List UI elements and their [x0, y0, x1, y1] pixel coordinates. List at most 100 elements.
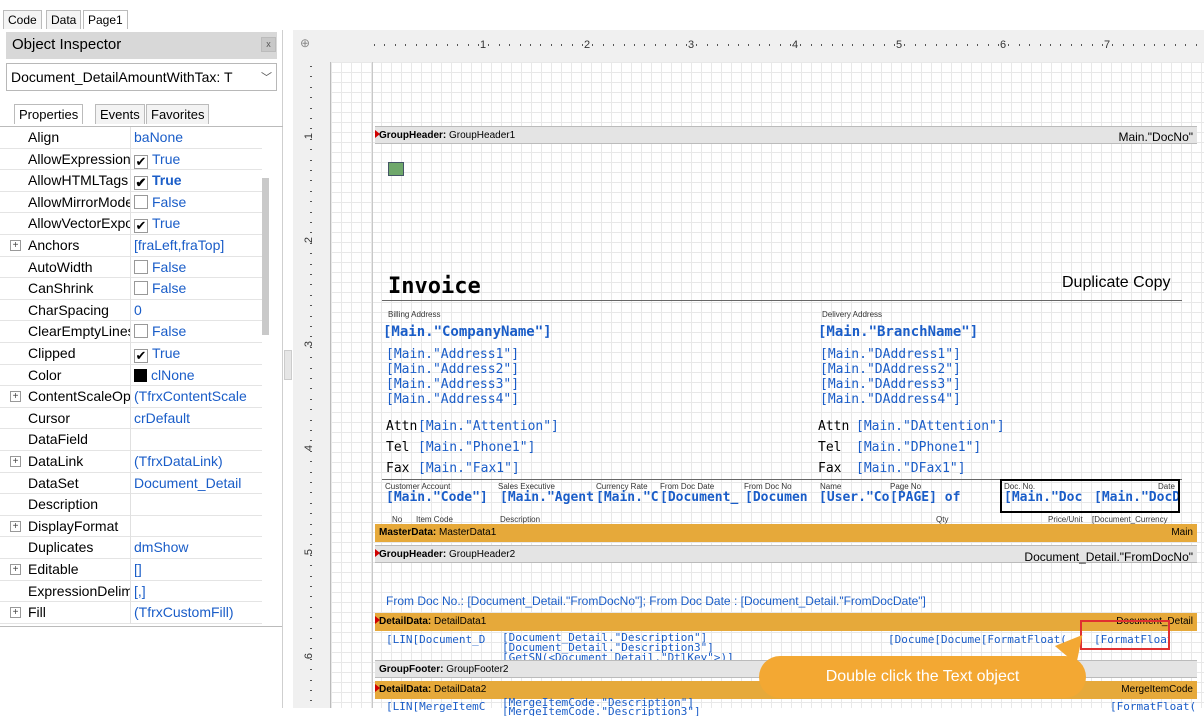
property-value[interactable]	[134, 431, 260, 450]
detail-description[interactable]: [Document_Detail."Description"] [Documen…	[502, 633, 734, 663]
billing-address-label[interactable]: Billing Address	[388, 310, 440, 319]
tab-properties[interactable]: Properties	[14, 104, 84, 124]
band-group-header2[interactable]: GroupHeader: GroupHeader2 Document_Detai…	[375, 545, 1197, 564]
delivery-address-label[interactable]: Delivery Address	[822, 310, 882, 319]
tab-events[interactable]: Events	[95, 104, 145, 124]
attn-label[interactable]: Attn	[386, 419, 417, 434]
property-value[interactable]: False	[134, 194, 260, 213]
info-value[interactable]: [Main."DocD	[1094, 490, 1178, 505]
invoice-title[interactable]: Invoice	[388, 274, 481, 299]
property-value[interactable]	[134, 518, 260, 537]
property-row[interactable]: Duplicates dmShow	[0, 537, 262, 560]
property-row[interactable]: ClearEmptyLines False	[0, 321, 262, 344]
info-value[interactable]: [User."Co	[819, 490, 889, 505]
detail2-row-left[interactable]: [LIN[MergeItemC	[386, 700, 501, 713]
property-value[interactable]: ✔ True	[134, 151, 260, 170]
checkbox-icon[interactable]: ✔	[134, 349, 148, 363]
property-value[interactable]: dmShow	[134, 539, 260, 558]
checkbox-icon[interactable]: ✔	[134, 154, 148, 169]
property-row[interactable]: + Anchors [fraLeft,fraTop]	[0, 235, 262, 257]
property-value[interactable]: False	[134, 259, 260, 278]
delivery-address-lines[interactable]: [Main."DAddress1"] [Main."DAddress2"] [M…	[820, 347, 961, 407]
chevron-down-icon[interactable]: ﹀	[261, 69, 272, 85]
column-label[interactable]: Description	[500, 515, 540, 524]
column-label[interactable]: No	[392, 515, 402, 524]
expand-icon[interactable]: +	[10, 564, 21, 575]
info-value[interactable]: [Document_	[660, 490, 742, 505]
checkbox-icon[interactable]: ✔	[134, 176, 148, 191]
fax-field[interactable]: [Main."Fax1"]	[418, 461, 520, 476]
tab-code[interactable]: Code	[3, 10, 42, 29]
property-row[interactable]: Cursor crDefault	[0, 407, 262, 430]
object-selector-combo[interactable]: Document_DetailAmountWithTax: T ﹀	[6, 63, 277, 91]
expand-icon[interactable]: +	[10, 520, 21, 532]
property-row[interactable]: + Editable []	[0, 559, 262, 581]
property-value[interactable]: (TfrxContentScale	[134, 388, 260, 407]
band-master-data[interactable]: MasterData: MasterData1 Main	[375, 524, 1197, 542]
attn-field[interactable]: [Main."Attention"]	[418, 419, 559, 434]
property-row[interactable]: AllowVectorExport ✔ True	[0, 213, 262, 236]
column-label[interactable]: Qty	[936, 515, 948, 524]
property-value[interactable]: (TfrxCustomFill)	[134, 604, 260, 623]
column-label[interactable]: Item Code	[416, 515, 453, 524]
checkbox-icon[interactable]	[134, 281, 148, 296]
property-value[interactable]: False	[134, 323, 260, 342]
branch-name-field[interactable]: [Main."BranchName"]	[818, 324, 978, 340]
property-row[interactable]: AllowHTMLTags ✔ True	[0, 170, 262, 193]
company-name-field[interactable]: [Main."CompanyName"]	[383, 324, 552, 340]
property-value[interactable]: baNone	[134, 129, 260, 148]
d-attn-field[interactable]: [Main."DAttention"]	[856, 419, 1005, 434]
tab-page1[interactable]: Page1	[83, 10, 128, 29]
property-value[interactable]	[134, 496, 260, 515]
property-value[interactable]: ✔ True	[134, 215, 260, 234]
fax-label[interactable]: Fax	[386, 461, 409, 476]
property-value[interactable]: ✔ True	[134, 172, 260, 191]
info-value[interactable]: [Main."Code"]	[386, 490, 494, 505]
d-tel-label[interactable]: Tel	[818, 440, 841, 455]
property-row[interactable]: AllowMirrorMode False	[0, 191, 262, 214]
property-row[interactable]: DataField	[0, 429, 262, 452]
tab-favorites[interactable]: Favorites	[146, 104, 210, 124]
from-doc-line[interactable]: From Doc No.: [Document_Detail."FromDocN…	[386, 594, 926, 608]
detail-row-left[interactable]: [LIN[Document_D	[386, 633, 501, 646]
property-value[interactable]: (TfrxDataLink)	[134, 453, 260, 472]
picture-object-icon[interactable]	[388, 162, 404, 176]
d-fax-field[interactable]: [Main."DFax1"]	[856, 461, 966, 476]
inspector-scrollbar[interactable]	[262, 178, 269, 335]
tel-label[interactable]: Tel	[386, 440, 409, 455]
property-row[interactable]: Clipped ✔ True	[0, 343, 262, 365]
property-value[interactable]: False	[134, 280, 260, 299]
property-row[interactable]: Color clNone	[0, 364, 262, 387]
expand-icon[interactable]: +	[10, 607, 21, 619]
panel-splitter[interactable]	[284, 350, 292, 380]
property-value[interactable]: [fraLeft,fraTop]	[134, 237, 260, 256]
column-label[interactable]: [Document_Currency	[1092, 515, 1168, 524]
checkbox-icon[interactable]: ✔	[134, 219, 148, 234]
tab-data[interactable]: Data	[46, 10, 82, 29]
property-row[interactable]: + DisplayFormat	[0, 515, 262, 538]
checkbox-icon[interactable]	[134, 324, 148, 339]
d-tel-field[interactable]: [Main."DPhone1"]	[856, 440, 981, 455]
info-value[interactable]: [Documen	[745, 490, 817, 505]
property-row[interactable]: + ContentScaleOptions(TfrxContentScale	[0, 386, 262, 409]
property-row[interactable]: AllowExpressions ✔ True	[0, 148, 262, 171]
property-row[interactable]: CanShrink False	[0, 278, 262, 301]
property-row[interactable]: Description	[0, 494, 262, 517]
close-icon[interactable]: x	[261, 37, 276, 52]
property-row[interactable]: + DataLink (TfrxDataLink)	[0, 451, 262, 473]
property-value[interactable]: ✔ True	[134, 345, 260, 364]
property-row[interactable]: + Fill (TfrxCustomFill)	[0, 602, 262, 625]
property-row[interactable]: DataSet Document_Detail	[0, 472, 262, 495]
property-row[interactable]: CharSpacing 0	[0, 299, 262, 322]
property-value[interactable]: crDefault	[134, 410, 260, 429]
property-value[interactable]: clNone	[134, 367, 260, 386]
property-row[interactable]: AutoWidth False	[0, 256, 262, 279]
info-value[interactable]: [Main."Doc	[1004, 490, 1088, 505]
detail2-row-right[interactable]: [FormatFloat(<	[1110, 700, 1196, 713]
property-value[interactable]: [,]	[134, 583, 260, 602]
info-value[interactable]: [PAGE] of	[890, 490, 998, 505]
property-value[interactable]: Document_Detail	[134, 475, 260, 494]
detail2-description[interactable]: [MergeItemCode."Description"] [MergeItem…	[502, 698, 701, 716]
info-value[interactable]: [Main."Agent	[500, 490, 594, 505]
band-group-header1[interactable]: GroupHeader: GroupHeader1 Main."DocNo"	[375, 126, 1197, 144]
